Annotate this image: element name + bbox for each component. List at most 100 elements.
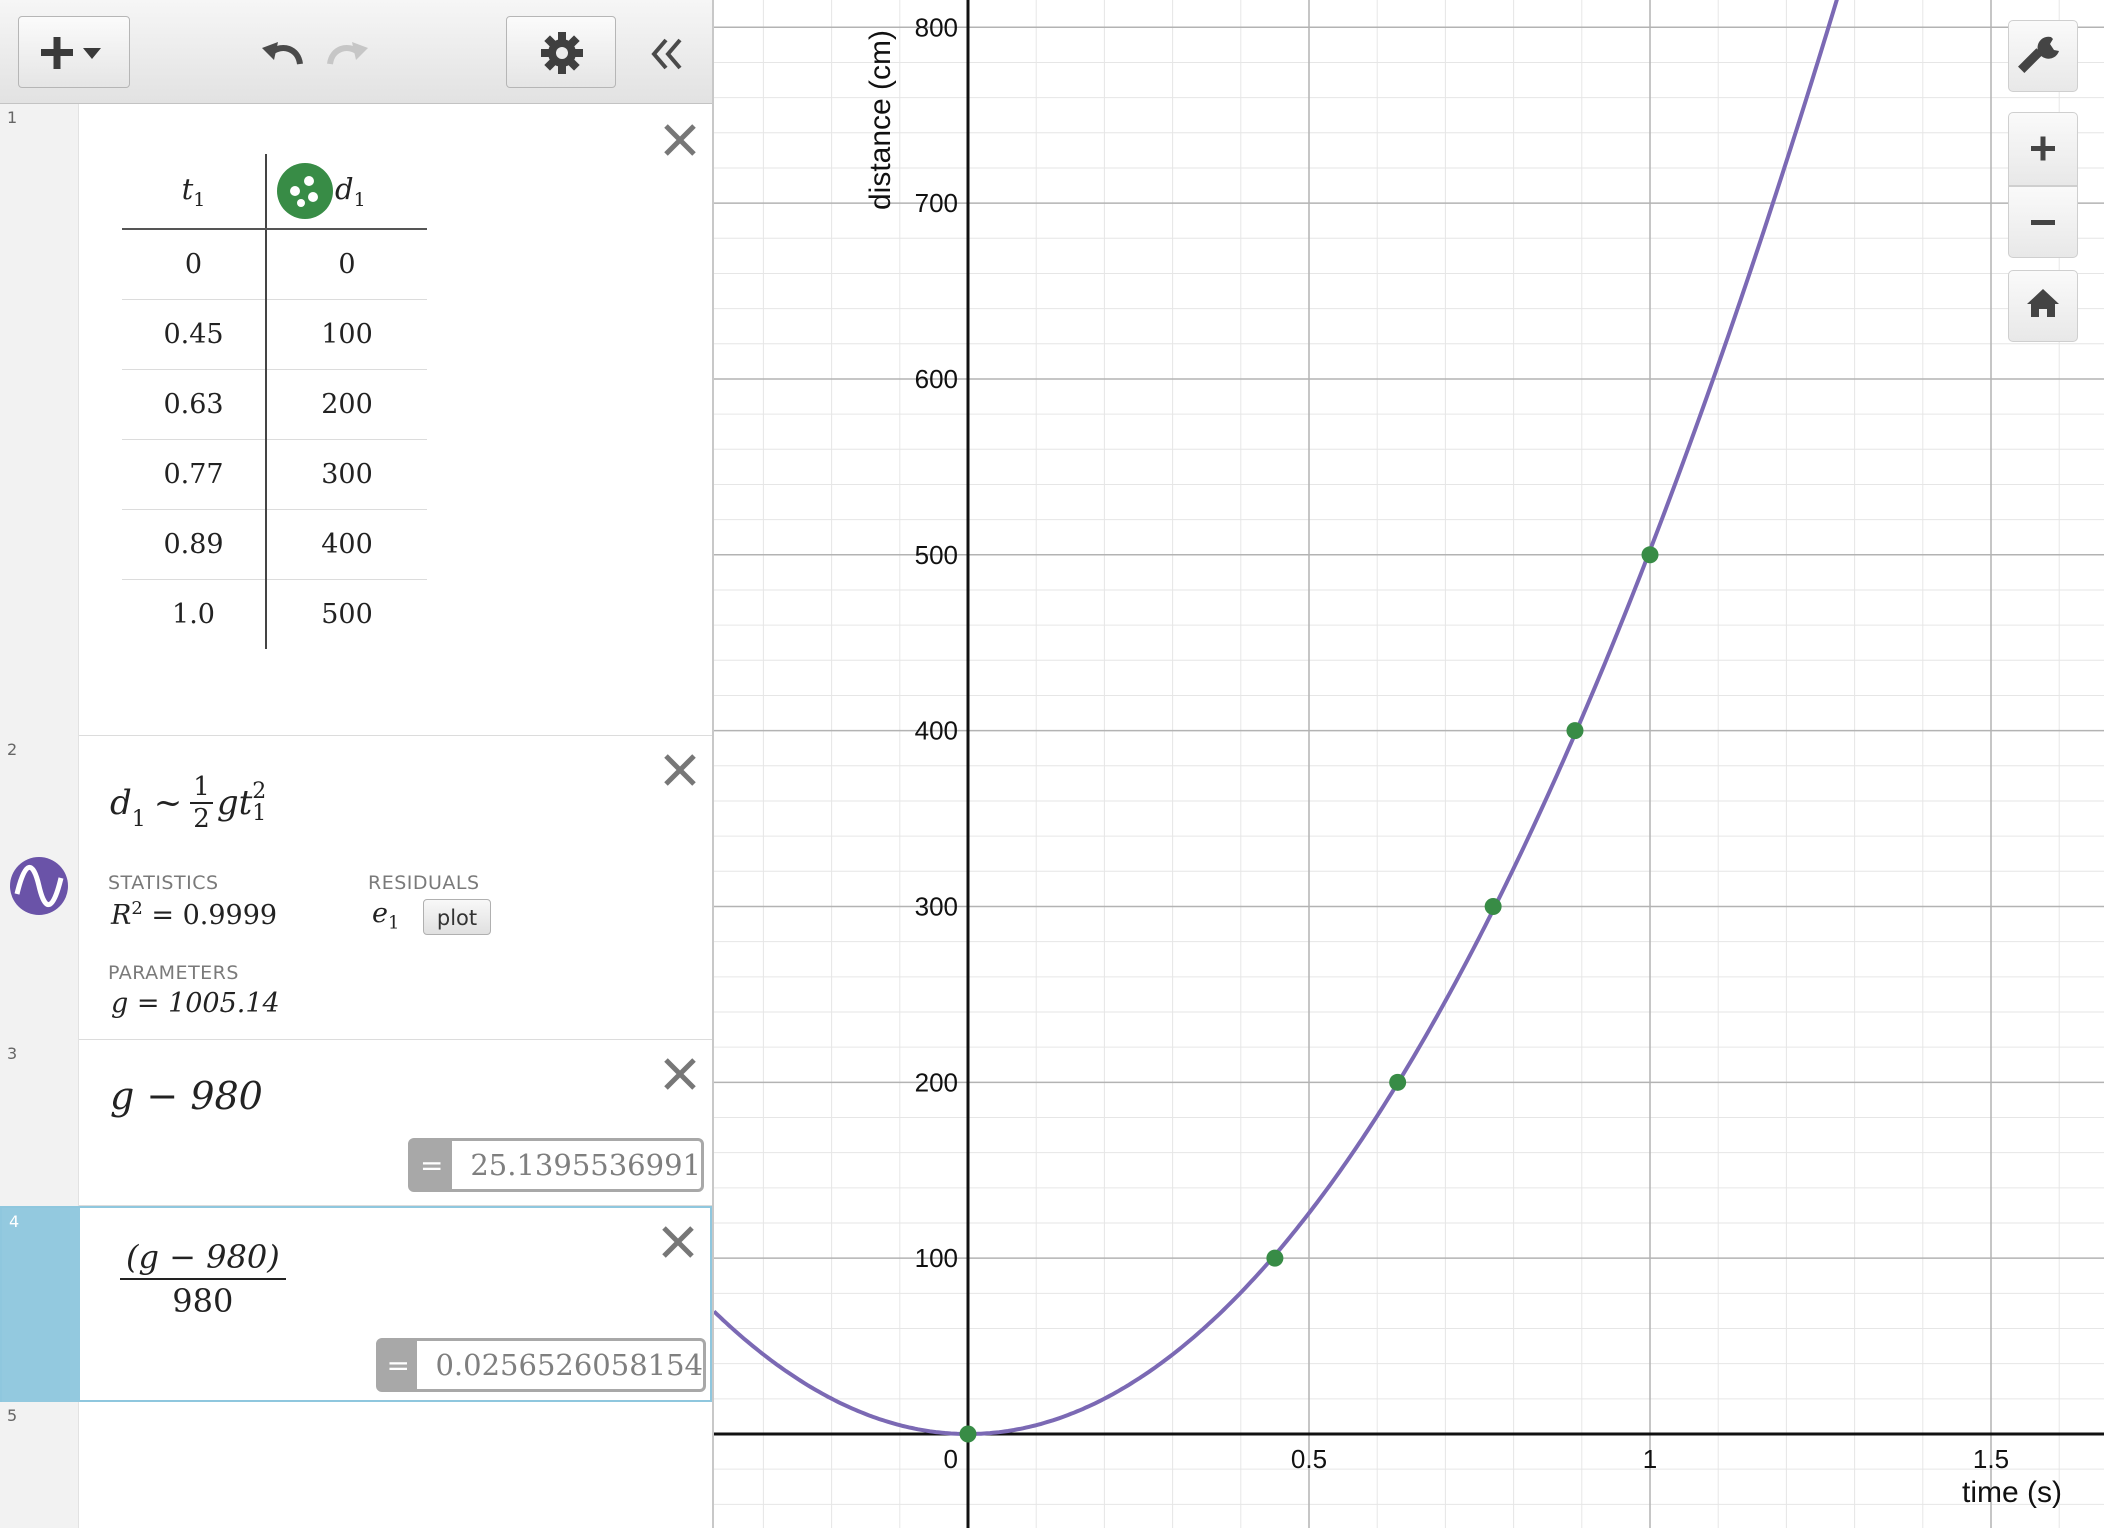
wrench-icon [2018, 36, 2059, 74]
residual-variable: e1 [372, 898, 400, 934]
expression-row-empty[interactable]: 5 [0, 1402, 712, 1528]
table-cell[interactable]: 300 [266, 439, 427, 510]
r-squared-value: R2 = 0.9999 [111, 898, 278, 931]
expression-toolbar [0, 0, 712, 104]
row-gutter [0, 104, 79, 736]
x-axis-label: time (s) [1962, 1476, 2062, 1509]
add-item-button[interactable] [18, 16, 130, 88]
row-number: 2 [7, 740, 18, 759]
fraction: 1 2 [190, 772, 213, 834]
delete-row-icon[interactable] [660, 750, 700, 790]
y-tick-label: 200 [915, 1067, 958, 1097]
expression-input[interactable]: (g − 980) 980 [120, 1236, 286, 1322]
delete-row-icon[interactable] [660, 1054, 700, 1094]
curve-style-icon[interactable] [9, 856, 69, 916]
table-header-row: t1 d1 [122, 154, 427, 230]
result-equals: = [379, 1341, 418, 1389]
table-cell[interactable]: 0.45 [122, 299, 267, 370]
graph-settings-button[interactable] [2008, 20, 2078, 92]
y-axis-label: distance (cm) [864, 30, 897, 210]
delete-row-icon[interactable] [658, 1222, 698, 1262]
table-cell[interactable]: 0.63 [122, 369, 267, 440]
expression-result: = 0.0256526058154 [376, 1338, 706, 1392]
zoom-out-button[interactable] [2008, 186, 2078, 258]
table-cell[interactable]: 0 [122, 229, 267, 300]
row-number: 1 [7, 108, 18, 127]
result-value: 25.1395536991 [470, 1148, 701, 1182]
table-cell[interactable]: 400 [266, 509, 427, 580]
column-header-t[interactable]: t1 [122, 154, 267, 230]
zoom-out-icon [2031, 220, 2055, 225]
statistics-label: STATISTICS [108, 872, 219, 894]
expression-row-table[interactable]: 1 t1 d1 00 0.45 100 0.63 200 0.77 300 0.… [0, 104, 712, 736]
column-header-d[interactable]: d1 [266, 154, 427, 230]
residuals-label: RESIDUALS [368, 872, 480, 894]
y-tick-label: 300 [915, 891, 958, 921]
data-point[interactable] [1266, 1249, 1284, 1267]
expression-row[interactable]: 3 g − 980 = 25.1395536991 [0, 1040, 712, 1206]
plot-residuals-button[interactable]: plot [423, 899, 491, 935]
expression-row-regression[interactable]: 2 d1 ~ 1 2 gt 2 1 STATISTICS R2 = 0.9999 [0, 736, 712, 1040]
zoom-in-icon [2031, 136, 2055, 161]
expression-list-panel: 1 t1 d1 00 0.45 100 0.63 200 0.77 300 0.… [0, 0, 714, 1528]
table-cell[interactable]: 0 [266, 229, 427, 300]
parameters-label: PARAMETERS [108, 962, 239, 984]
row-gutter [0, 1040, 79, 1206]
point-style-icon[interactable] [275, 161, 335, 221]
parameter-value: g = 1005.14 [111, 988, 280, 1019]
major-grid [714, 0, 2104, 1528]
settings-button[interactable] [506, 16, 616, 88]
expression-result: = 25.1395536991 [408, 1138, 704, 1192]
redo-icon[interactable] [322, 34, 372, 74]
default-viewport-button[interactable] [2008, 270, 2078, 342]
y-tick-label: 800 [915, 12, 958, 42]
plus-dropdown-icon [41, 37, 101, 69]
row-number: 3 [7, 1044, 18, 1063]
y-tick-label: 100 [915, 1243, 958, 1273]
y-tick-label: 400 [915, 716, 958, 746]
data-point[interactable] [1566, 722, 1584, 740]
table-cell[interactable]: 1.0 [122, 579, 267, 649]
row-number: 5 [7, 1406, 18, 1425]
table-row: 0.45 100 [122, 299, 427, 370]
regression-curve[interactable] [714, 0, 1845, 1436]
axes [714, 0, 2104, 1528]
table-row: 0.89 400 [122, 509, 427, 580]
result-value: 0.0256526058154 [435, 1348, 703, 1382]
table-cell[interactable]: 100 [266, 299, 427, 370]
table-row: 0.77 300 [122, 439, 427, 510]
x-tick-label: 1 [1643, 1444, 1657, 1474]
data-point[interactable] [1641, 546, 1659, 564]
delete-row-icon[interactable] [660, 120, 700, 160]
table-row: 1.0 500 [122, 579, 427, 650]
data-point[interactable] [1484, 897, 1502, 915]
regression-curve-path [714, 0, 1839, 1436]
table-cell[interactable]: 500 [266, 580, 427, 650]
row-gutter-selected [2, 1208, 80, 1402]
y-tick-label: 600 [915, 364, 958, 394]
table-cell[interactable]: 0.77 [122, 439, 267, 510]
table-row: 0.63 200 [122, 369, 427, 440]
x-tick-label: 1.5 [1973, 1444, 2009, 1474]
double-chevron-left-icon[interactable] [646, 34, 686, 74]
gear-icon [541, 32, 583, 74]
y-tick-label: 700 [915, 188, 958, 218]
home-icon [2027, 289, 2059, 317]
table-cell[interactable]: 200 [266, 369, 427, 440]
table-cell[interactable]: 0.89 [122, 509, 267, 580]
data-point[interactable] [1389, 1073, 1407, 1091]
row-number: 4 [9, 1212, 20, 1231]
zoom-in-button[interactable] [2008, 112, 2078, 186]
y-tick-label: 500 [915, 540, 958, 570]
minor-grid [714, 0, 2104, 1528]
data-point[interactable] [959, 1425, 977, 1443]
expression-input[interactable]: g − 980 [110, 1074, 263, 1118]
origin-label: 0 [944, 1444, 958, 1474]
expression-row-selected[interactable]: 4 (g − 980) 980 = 0.0256526058154 [0, 1206, 712, 1402]
table-row: 00 [122, 229, 427, 300]
regression-formula[interactable]: d1 ~ 1 2 gt 2 1 [110, 768, 266, 838]
x-tick-label: 0.5 [1291, 1444, 1327, 1474]
undo-icon[interactable] [258, 34, 308, 74]
graph-canvas[interactable]: 0.5 1 1.5 100 200 300 400 500 600 700 800 0 time (s… [714, 0, 2104, 1528]
tick-labels: 0.5 1 1.5 100 200 300 400 500 600 700 800 0 [915, 12, 2009, 1474]
